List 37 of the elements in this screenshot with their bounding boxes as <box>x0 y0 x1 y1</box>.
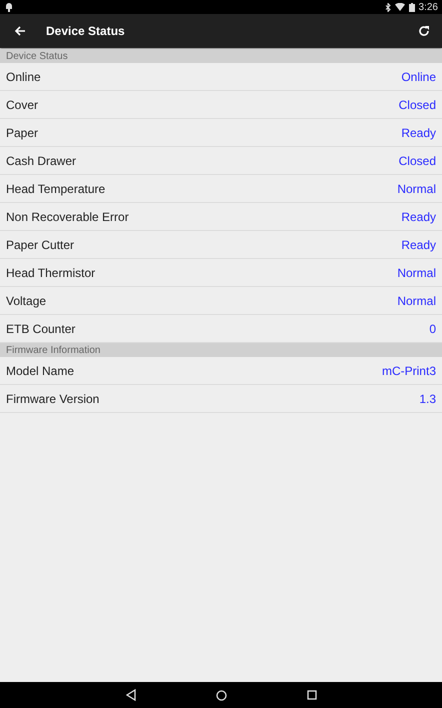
row-label: Voltage <box>6 294 46 308</box>
row-value: Normal <box>397 182 436 196</box>
recents-nav-icon[interactable] <box>306 690 316 700</box>
section-header: Firmware Information <box>6 344 100 356</box>
home-nav-icon[interactable] <box>216 690 226 700</box>
row-label: ETB Counter <box>6 322 76 336</box>
refresh-icon <box>418 25 430 37</box>
row-value: Closed <box>398 154 436 168</box>
row-label: Cash Drawer <box>6 154 76 168</box>
android-icon <box>5 2 13 12</box>
row-value: Normal <box>397 266 436 280</box>
row-value: 1.3 <box>419 392 436 406</box>
row-label: Head Temperature <box>6 182 106 196</box>
back-arrow-icon <box>14 25 26 37</box>
row-value: Online <box>401 70 436 84</box>
toolbar-title: Device Status <box>46 24 125 38</box>
row-value: Ready <box>401 210 436 224</box>
row-value: Ready <box>401 238 436 252</box>
row-label: Paper Cutter <box>6 238 74 252</box>
row-label: Paper <box>6 126 38 140</box>
row-label: Model Name <box>6 364 74 378</box>
bluetooth-icon <box>384 2 391 12</box>
row-label: Firmware Version <box>6 392 100 406</box>
wifi-icon <box>394 3 405 11</box>
row-label: Cover <box>6 98 38 112</box>
row-value: Ready <box>401 126 436 140</box>
row-label: Online <box>6 70 41 84</box>
row-value: mC-Print3 <box>382 364 436 378</box>
section-header: Device Status <box>6 50 68 62</box>
row-label: Non Recoverable Error <box>6 210 129 224</box>
row-value: Normal <box>397 294 436 308</box>
back-nav-icon[interactable] <box>126 689 136 701</box>
battery-icon <box>408 2 415 12</box>
row-value: Closed <box>398 98 436 112</box>
row-value: 0 <box>429 322 436 336</box>
row-label: Head Thermistor <box>6 266 96 280</box>
clock-time: 3:26 <box>418 2 438 12</box>
